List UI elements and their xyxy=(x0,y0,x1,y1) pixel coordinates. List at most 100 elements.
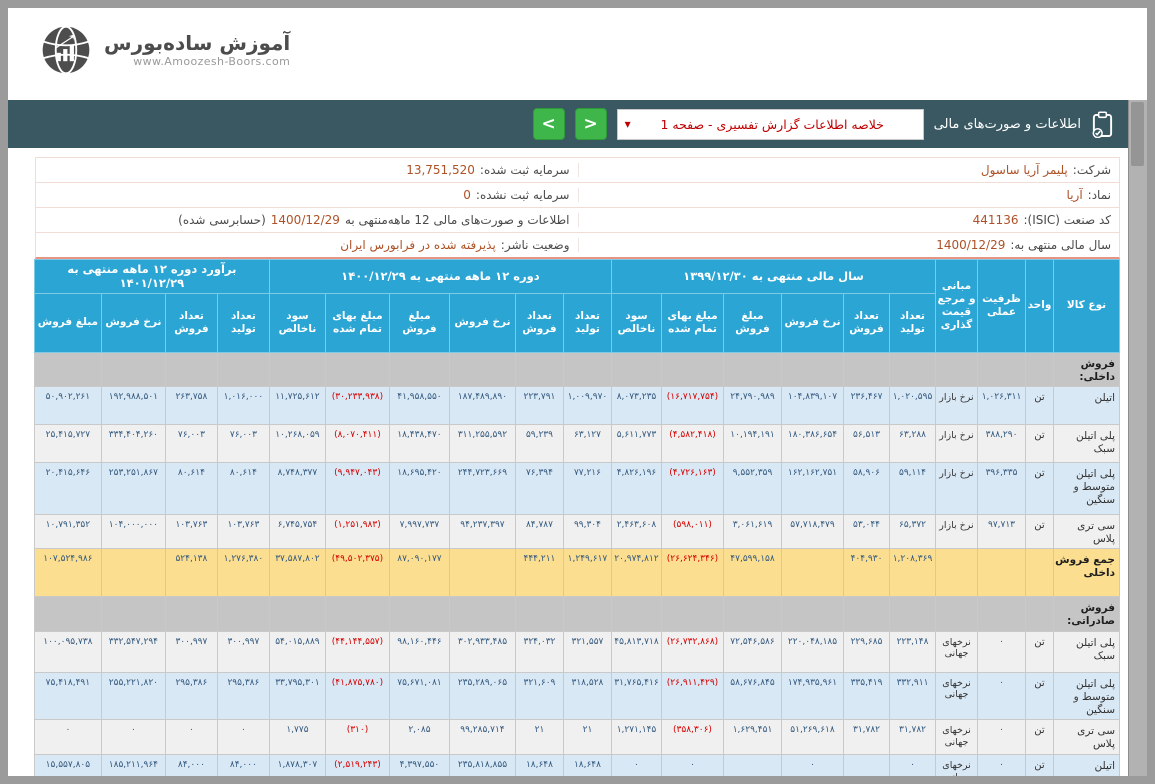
info-cell: سرمایه ثبت نشده:0 xyxy=(36,188,578,202)
value-cell: ۳۱,۷۶۵,۴۱۶ xyxy=(611,672,661,719)
value-cell: ۲۳۵,۲۸۹,۰۶۵ xyxy=(449,672,515,719)
info-value: 13,751,520 xyxy=(406,163,475,177)
value-cell xyxy=(515,352,563,386)
chevron-left-icon: < xyxy=(542,114,556,134)
value-cell: ۱۰,۱۹۴,۱۹۱ xyxy=(724,425,782,463)
column-header: مبلغ فروش xyxy=(389,293,449,352)
value-cell: ۱۶۲,۱۶۲,۷۵۱ xyxy=(782,463,844,515)
column-header: تعداد فروش xyxy=(165,293,217,352)
report-select-value: خلاصه اطلاعات گزارش تفسیری - صفحه 1 xyxy=(638,117,901,132)
value-cell: ۱,۶۲۹,۴۵۱ xyxy=(724,719,782,754)
period-group-header: برآورد دوره ۱۲ ماهه منتهی به ۱۴۰۱/۱۲/۲۹ xyxy=(34,260,269,294)
value-cell xyxy=(515,597,563,631)
info-value: 1400/12/29 xyxy=(936,238,1005,252)
info-cell: نماد:آریا xyxy=(578,188,1120,202)
value-cell: ۴,۸۲۶,۱۹۶ xyxy=(611,463,661,515)
product-cell: فروش صادراتی: xyxy=(1054,597,1120,631)
window-frame: آموزش ساده‌بورس www.Amoozesh-Boors.com ا… xyxy=(0,0,1155,784)
value-cell: ۱۰۴,۰۰۰,۰۰۰ xyxy=(101,515,165,549)
value-cell: ۸۴,۷۸۷ xyxy=(515,515,563,549)
column-header: تعداد فروش xyxy=(844,293,890,352)
value-cell xyxy=(724,754,782,776)
next-page-button[interactable]: > xyxy=(575,108,607,140)
value-cell xyxy=(269,597,325,631)
report-select[interactable]: خلاصه اطلاعات گزارش تفسیری - صفحه 1 ▾ xyxy=(617,109,924,140)
value-cell xyxy=(936,352,978,386)
main-content: شرکت: پلیمر آریا ساسول سرمایه ثبت شده: 13,7… xyxy=(35,157,1120,776)
value-cell: (۳۱۰) xyxy=(325,719,389,754)
value-cell: (۱,۲۵۱,۹۸۳) xyxy=(325,515,389,549)
top-band: آموزش ساده‌بورس www.Amoozesh-Boors.com xyxy=(8,8,1147,100)
value-cell: ۳۳,۷۹۵,۳۰۱ xyxy=(269,672,325,719)
product-cell: فروش داخلی: xyxy=(1054,352,1120,386)
value-cell: ۱۸۵,۲۱۱,۹۶۴ xyxy=(101,754,165,776)
prev-page-button[interactable]: < xyxy=(533,108,565,140)
value-cell: ۷۶,۰۰۳ xyxy=(217,425,269,463)
product-cell: سی تری پلاس xyxy=(1054,719,1120,754)
unit-cell xyxy=(1026,549,1054,597)
pricing-basis-cell xyxy=(936,549,978,597)
value-cell: ۸,۷۴۸,۳۷۷ xyxy=(269,463,325,515)
value-cell xyxy=(662,352,724,386)
table-row: پلی اتیلن سبکتن۰نرخهای جهانی۲۲۳,۱۴۸۲۲۹,۶… xyxy=(34,631,1119,672)
chevron-down-icon: ▾ xyxy=(625,117,631,131)
value-cell: ۱,۲۷۶,۳۸۰ xyxy=(217,549,269,597)
value-cell: ۲,۰۸۵ xyxy=(389,719,449,754)
value-cell: ۱۰۳,۷۶۳ xyxy=(165,515,217,549)
value-cell: ۳۲۴,۰۳۲ xyxy=(515,631,563,672)
scrollbar[interactable] xyxy=(1128,100,1147,776)
value-cell: ۱,۸۷۸,۳۰۷ xyxy=(269,754,325,776)
value-cell: ۳,۰۶۱,۶۱۹ xyxy=(724,515,782,549)
value-cell: ۱,۷۷۵ xyxy=(269,719,325,754)
column-header: سود ناخالص xyxy=(269,293,325,352)
table-row: جمع فروش داخلی۱,۲۰۸,۳۶۹۴۰۴,۹۳۰۴۷,۵۹۹,۱۵۸… xyxy=(34,549,1119,597)
value-cell: ۳۰۰,۹۹۷ xyxy=(217,631,269,672)
value-cell: ۲۲۰,۰۴۸,۱۸۵ xyxy=(782,631,844,672)
value-cell: (۳۵۸,۳۰۶) xyxy=(662,719,724,754)
value-cell: ۱۰۴,۸۳۹,۱۰۷ xyxy=(782,387,844,425)
column-header: مبلغ فروش xyxy=(34,293,101,352)
value-cell: ۲۳۶,۴۶۷ xyxy=(844,387,890,425)
value-cell: ۵۷,۷۱۸,۴۷۹ xyxy=(782,515,844,549)
value-cell xyxy=(782,597,844,631)
info-label: سرمایه ثبت شده: xyxy=(480,163,570,177)
column-header: تعداد تولید xyxy=(217,293,269,352)
value-cell xyxy=(269,352,325,386)
info-label: شرکت: xyxy=(1073,163,1111,177)
value-cell: (۹,۹۴۷,۰۴۳) xyxy=(325,463,389,515)
value-cell xyxy=(325,597,389,631)
info-cell: سال مالی منتهی به:1400/12/29 xyxy=(578,238,1120,252)
column-header: واحد xyxy=(1026,260,1054,353)
value-cell: ۰ xyxy=(611,754,661,776)
value-cell: ۴۴۴,۲۱۱ xyxy=(515,549,563,597)
value-cell: ۳۱,۷۸۲ xyxy=(890,719,936,754)
value-cell: ۱,۲۴۹,۶۱۷ xyxy=(563,549,611,597)
value-cell: ۴۰۴,۹۳۰ xyxy=(844,549,890,597)
value-cell: ۷۶,۳۹۴ xyxy=(515,463,563,515)
value-cell: ۷۲,۵۴۶,۵۸۶ xyxy=(724,631,782,672)
value-cell: ۱۸,۶۹۵,۴۲۰ xyxy=(389,463,449,515)
value-cell: ۵۸,۹۰۶ xyxy=(844,463,890,515)
value-cell: ۷۷,۲۱۶ xyxy=(563,463,611,515)
toolbar-title: اطلاعات و صورت‌های مالی xyxy=(934,117,1081,132)
scrollbar-thumb[interactable] xyxy=(1131,102,1144,166)
value-cell xyxy=(217,352,269,386)
value-cell: ۹۹,۳۰۴ xyxy=(563,515,611,549)
info-value: پلیمر آریا ساسول xyxy=(981,163,1068,177)
value-cell xyxy=(449,352,515,386)
brand-title: آموزش ساده‌بورس xyxy=(104,32,290,55)
table-row: اتیلنتن۱,۰۲۶,۳۱۱نرخ بازار۱,۰۲۰,۵۹۵۲۳۶,۴۶… xyxy=(34,387,1119,425)
value-cell: (۵۹۸,۰۱۱) xyxy=(662,515,724,549)
value-cell xyxy=(611,352,661,386)
value-cell: (۴۴,۱۴۴,۵۵۷) xyxy=(325,631,389,672)
table-row: سی تری پلاستن۹۷,۷۱۳نرخ بازار۶۵,۳۷۲۵۳,۰۴۴… xyxy=(34,515,1119,549)
value-cell: ۶۳,۱۲۷ xyxy=(563,425,611,463)
column-header: نرخ فروش xyxy=(101,293,165,352)
info-cell: سرمایه ثبت شده: 13,751,520 xyxy=(36,163,578,177)
unit-cell: تن xyxy=(1026,387,1054,425)
period-group-header: دوره ۱۲ ماهه منتهی به ۱۴۰۰/۱۲/۲۹ xyxy=(269,260,611,294)
value-cell: ۷,۹۹۷,۷۳۷ xyxy=(389,515,449,549)
value-cell: ۳۱۱,۲۵۵,۵۹۲ xyxy=(449,425,515,463)
column-header: مبلغ بهای تمام شده xyxy=(662,293,724,352)
value-cell: ۴,۳۹۷,۵۵۰ xyxy=(389,754,449,776)
